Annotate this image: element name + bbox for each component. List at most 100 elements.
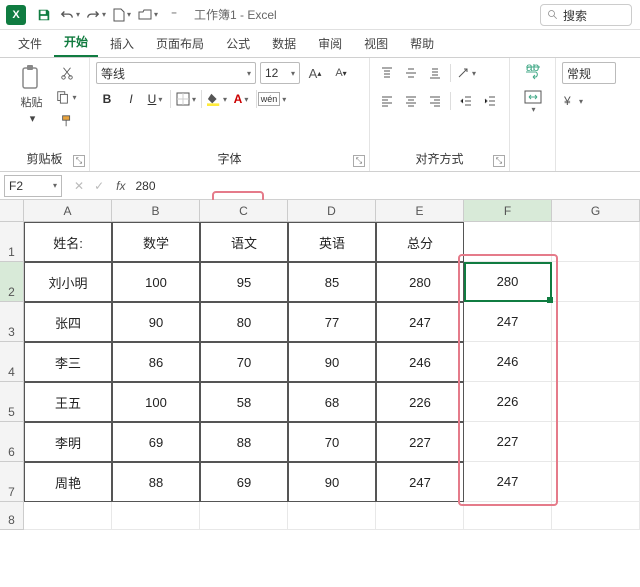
cell-e1[interactable]: 总分 [376, 222, 464, 262]
cell-g4[interactable] [552, 342, 640, 382]
align-right-button[interactable] [424, 90, 446, 112]
new-file-button[interactable]: ▾ [110, 3, 134, 27]
col-header-b[interactable]: B [112, 200, 200, 222]
wrap-text-button[interactable]: ab [518, 62, 548, 82]
row-header-1[interactable]: 1 [0, 222, 24, 262]
row-header-3[interactable]: 3 [0, 302, 24, 342]
cell-b4[interactable]: 86 [112, 342, 200, 382]
cell-d8[interactable] [288, 502, 376, 530]
cell-c3[interactable]: 80 [200, 302, 288, 342]
col-header-a[interactable]: A [24, 200, 112, 222]
cell-a7[interactable]: 周艳 [24, 462, 112, 502]
cell-c1[interactable]: 语文 [200, 222, 288, 262]
cell-d3[interactable]: 77 [288, 302, 376, 342]
cell-a8[interactable] [24, 502, 112, 530]
tab-data[interactable]: 数据 [262, 30, 306, 57]
cell-b5[interactable]: 100 [112, 382, 200, 422]
cell-g7[interactable] [552, 462, 640, 502]
cell-f6[interactable]: 227 [464, 422, 552, 462]
open-file-button[interactable]: ▾ [136, 3, 160, 27]
enter-formula-button[interactable]: ✓ [90, 179, 108, 193]
cell-f5[interactable]: 226 [464, 382, 552, 422]
cell-a3[interactable]: 张四 [24, 302, 112, 342]
accounting-format-button[interactable]: ¥▾ [562, 90, 584, 112]
font-size-select[interactable]: 12▾ [260, 62, 300, 84]
cell-a4[interactable]: 李三 [24, 342, 112, 382]
decrease-indent-button[interactable] [455, 90, 477, 112]
underline-button[interactable]: U▾ [144, 88, 166, 110]
increase-indent-button[interactable] [479, 90, 501, 112]
cell-f4[interactable]: 246 [464, 342, 552, 382]
cell-d6[interactable]: 70 [288, 422, 376, 462]
cut-button[interactable] [56, 62, 78, 84]
row-header-7[interactable]: 7 [0, 462, 24, 502]
redo-button[interactable]: ▾ [84, 3, 108, 27]
row-header-4[interactable]: 4 [0, 342, 24, 382]
cell-g2[interactable] [552, 262, 640, 302]
cell-d4[interactable]: 90 [288, 342, 376, 382]
save-button[interactable] [32, 3, 56, 27]
border-button[interactable]: ▾ [175, 88, 197, 110]
row-header-8[interactable]: 8 [0, 502, 24, 530]
cell-b1[interactable]: 数学 [112, 222, 200, 262]
qat-customize-button[interactable]: ⁼ [162, 3, 186, 27]
bold-button[interactable]: B [96, 88, 118, 110]
cell-e4[interactable]: 246 [376, 342, 464, 382]
cell-f7[interactable]: 247 [464, 462, 552, 502]
cell-b3[interactable]: 90 [112, 302, 200, 342]
tab-help[interactable]: 帮助 [400, 30, 444, 57]
cell-e2[interactable]: 280 [376, 262, 464, 302]
tab-formula[interactable]: 公式 [216, 30, 260, 57]
decrease-font-button[interactable]: A▾ [330, 62, 352, 84]
row-header-2[interactable]: 2 [0, 262, 24, 302]
select-all-corner[interactable] [0, 200, 24, 222]
cell-f3[interactable]: 247 [464, 302, 552, 342]
cell-a5[interactable]: 王五 [24, 382, 112, 422]
tab-insert[interactable]: 插入 [100, 30, 144, 57]
col-header-e[interactable]: E [376, 200, 464, 222]
format-painter-button[interactable] [56, 110, 78, 132]
cell-a2[interactable]: 刘小明 [24, 262, 112, 302]
orientation-button[interactable]: ▾ [455, 62, 477, 84]
paste-button[interactable]: 粘贴 ▾ [12, 62, 52, 127]
cell-g6[interactable] [552, 422, 640, 462]
fx-icon[interactable]: fx [112, 179, 129, 193]
spreadsheet-grid[interactable]: A B C D E F G 1 2 3 4 5 6 7 8 姓名: 数学 语文 … [0, 200, 640, 587]
cell-c4[interactable]: 70 [200, 342, 288, 382]
italic-button[interactable]: I [120, 88, 142, 110]
cell-e3[interactable]: 247 [376, 302, 464, 342]
align-middle-button[interactable] [400, 62, 422, 84]
tab-layout[interactable]: 页面布局 [146, 30, 214, 57]
col-header-f[interactable]: F [464, 200, 552, 222]
clipboard-dialog-launcher[interactable]: ⤡ [73, 155, 85, 167]
font-name-select[interactable]: 等线▾ [96, 62, 256, 84]
formula-input[interactable]: 280 [129, 175, 640, 197]
search-box[interactable]: 搜索 [540, 4, 632, 26]
font-color-button[interactable]: A▾ [230, 88, 252, 110]
cell-e5[interactable]: 226 [376, 382, 464, 422]
row-header-6[interactable]: 6 [0, 422, 24, 462]
name-box[interactable]: F2▾ [4, 175, 62, 197]
tab-file[interactable]: 文件 [8, 30, 52, 57]
col-header-g[interactable]: G [552, 200, 640, 222]
copy-button[interactable]: ▾ [56, 86, 78, 108]
align-bottom-button[interactable] [424, 62, 446, 84]
col-header-c[interactable]: C [200, 200, 288, 222]
cell-g3[interactable] [552, 302, 640, 342]
cell-f8[interactable] [464, 502, 552, 530]
tab-home[interactable]: 开始 [54, 28, 98, 57]
cancel-formula-button[interactable]: ✕ [70, 179, 88, 193]
cell-d7[interactable]: 90 [288, 462, 376, 502]
cell-d5[interactable]: 68 [288, 382, 376, 422]
cell-f2[interactable]: 280 [464, 262, 552, 302]
cell-g8[interactable] [552, 502, 640, 530]
undo-button[interactable]: ▾ [58, 3, 82, 27]
cell-c6[interactable]: 88 [200, 422, 288, 462]
cell-c7[interactable]: 69 [200, 462, 288, 502]
cell-g5[interactable] [552, 382, 640, 422]
cell-a1[interactable]: 姓名: [24, 222, 112, 262]
cell-a6[interactable]: 李明 [24, 422, 112, 462]
cell-b2[interactable]: 100 [112, 262, 200, 302]
cell-e8[interactable] [376, 502, 464, 530]
cell-e6[interactable]: 227 [376, 422, 464, 462]
